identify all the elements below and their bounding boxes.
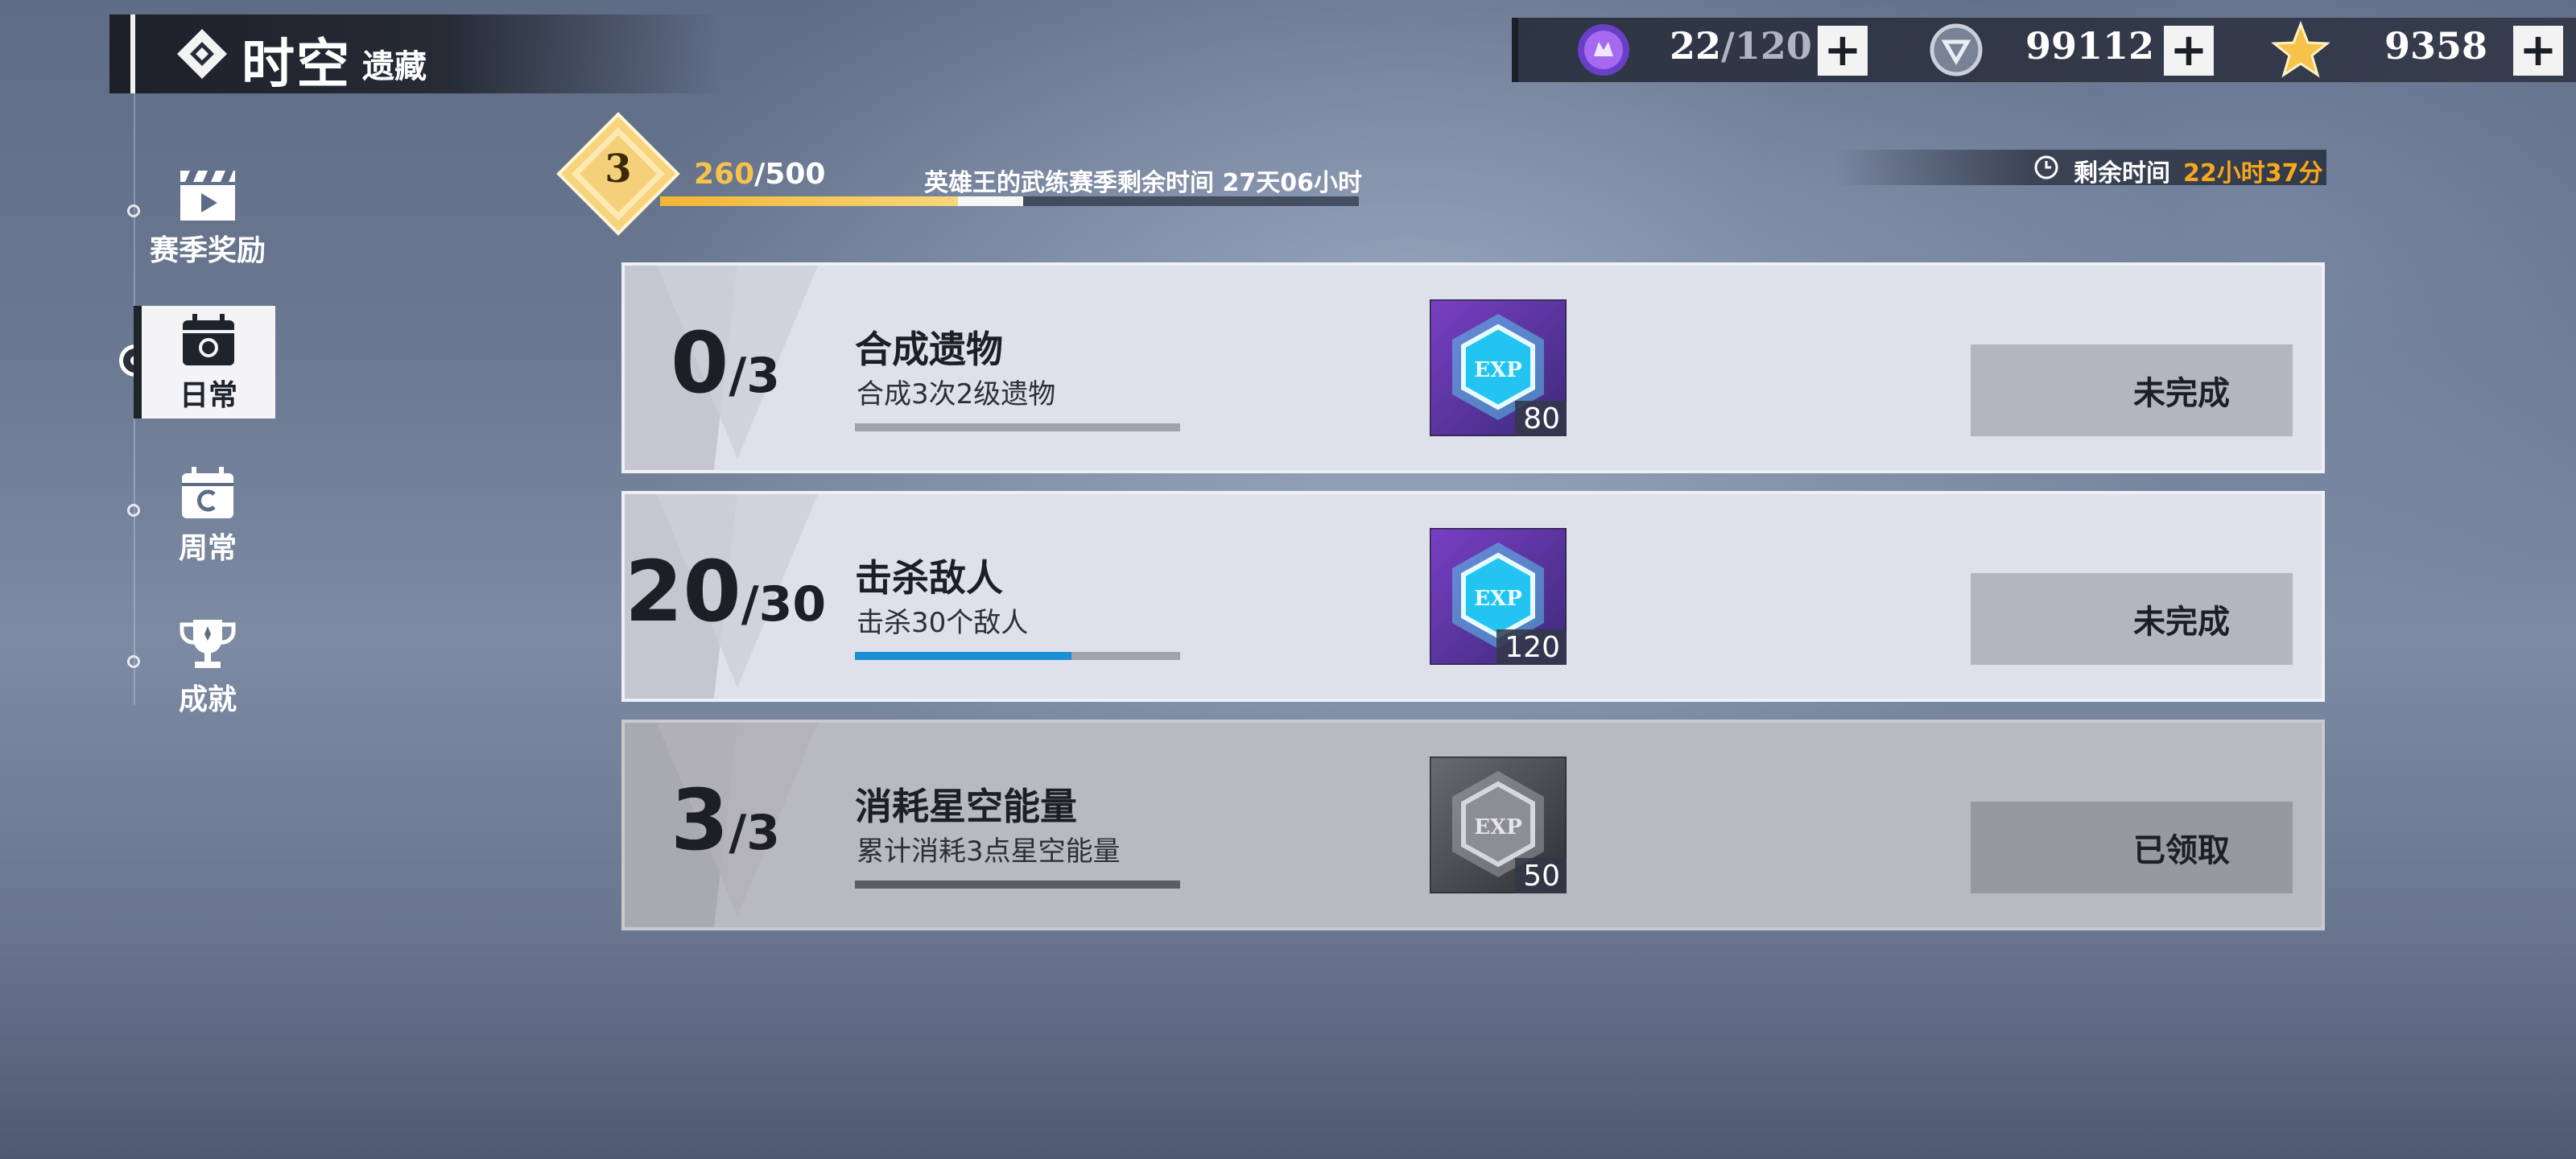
sidebar-item-label: 赛季奖励 [149, 233, 266, 267]
xp-progress-bar [660, 196, 1359, 206]
reward-item[interactable]: EXP 80 [1428, 298, 1568, 438]
calendar-daily-icon [183, 314, 234, 365]
add-coin-button[interactable]: + [2164, 26, 2214, 76]
purple-orb-icon [1578, 24, 1629, 76]
star-value: 9358 [2384, 24, 2488, 68]
add-stamina-button[interactable]: + [1818, 26, 1868, 76]
xp-text: 260/500 [694, 158, 826, 191]
coin-value: 99112 [2025, 24, 2155, 68]
season-remaining-text: 英雄王的武练赛季剩余时间 27天06小时 [924, 169, 1362, 197]
task-card: 20/30 击杀敌人 击杀30个敌人 EXP 120 未完成 [621, 491, 2325, 702]
task-count: 3/3 [670, 771, 781, 869]
silver-coin-icon [1930, 23, 1983, 76]
sidebar-item-label: 周常 [178, 531, 237, 565]
reward-quantity: 50 [1515, 858, 1567, 893]
sidebar-item-daily[interactable]: 日常 [134, 306, 275, 419]
sidebar-item-label: 成就 [178, 683, 237, 716]
page-title: 时空 [242, 32, 351, 95]
task-description: 击杀30个敌人 [857, 607, 1029, 639]
task-count: 20/30 [625, 542, 827, 641]
svg-text:EXP: EXP [1474, 358, 1522, 382]
task-progress-bar [855, 652, 1180, 660]
task-description: 累计消耗3点星空能量 [857, 835, 1121, 868]
clapperboard-icon [180, 171, 235, 221]
sidebar-item-season-rewards[interactable]: 赛季奖励 [137, 161, 279, 274]
page-subtitle: 遗藏 [362, 47, 427, 85]
task-count: 0/3 [670, 314, 781, 412]
reward-item[interactable]: EXP 50 [1428, 755, 1568, 895]
sidebar-item-label: 日常 [179, 378, 237, 412]
task-description: 合成3次2级遗物 [857, 378, 1056, 410]
task-title: 合成遗物 [855, 328, 1003, 371]
calendar-weekly-icon [182, 467, 233, 518]
task-status-button[interactable]: 未完成 [1971, 573, 2293, 665]
reward-quantity: 80 [1515, 401, 1567, 436]
task-title: 击杀敌人 [855, 556, 1003, 600]
xp-progress-fill [660, 196, 959, 206]
trophy-icon [180, 620, 236, 668]
task-progress-bar [855, 881, 1180, 889]
add-star-button[interactable]: + [2513, 26, 2563, 76]
diamond-logo-icon [177, 29, 227, 79]
task-status-button[interactable]: 已领取 [1971, 802, 2293, 893]
task-progress-bar [855, 423, 1180, 431]
sidebar-item-achievements[interactable]: 成就 [137, 610, 279, 723]
clock-icon [2034, 155, 2058, 179]
reward-quantity: 120 [1496, 629, 1567, 665]
task-card: 0/3 合成遗物 合成3次2级遗物 EXP 80 未完成 [621, 262, 2325, 473]
task-title: 消耗星空能量 [855, 785, 1077, 828]
gold-star-icon [2272, 21, 2330, 78]
svg-text:EXP: EXP [1474, 815, 1522, 839]
task-status-button[interactable]: 未完成 [1971, 344, 2293, 436]
sidebar-item-weekly[interactable]: 周常 [137, 459, 279, 571]
stamina-value: 22/120 [1670, 24, 1812, 68]
level-number: 3 [605, 146, 632, 192]
xp-progress-highlight [958, 196, 1024, 206]
task-progress-fill [855, 652, 1072, 660]
timer-label: 剩余时间 [2074, 159, 2170, 188]
timer-value: 22小时37分 [2183, 159, 2323, 188]
svg-text:EXP: EXP [1474, 587, 1522, 611]
task-card: 3/3 消耗星空能量 累计消耗3点星空能量 EXP 50 已领取 [621, 720, 2325, 930]
reward-item[interactable]: EXP 120 [1428, 526, 1568, 666]
